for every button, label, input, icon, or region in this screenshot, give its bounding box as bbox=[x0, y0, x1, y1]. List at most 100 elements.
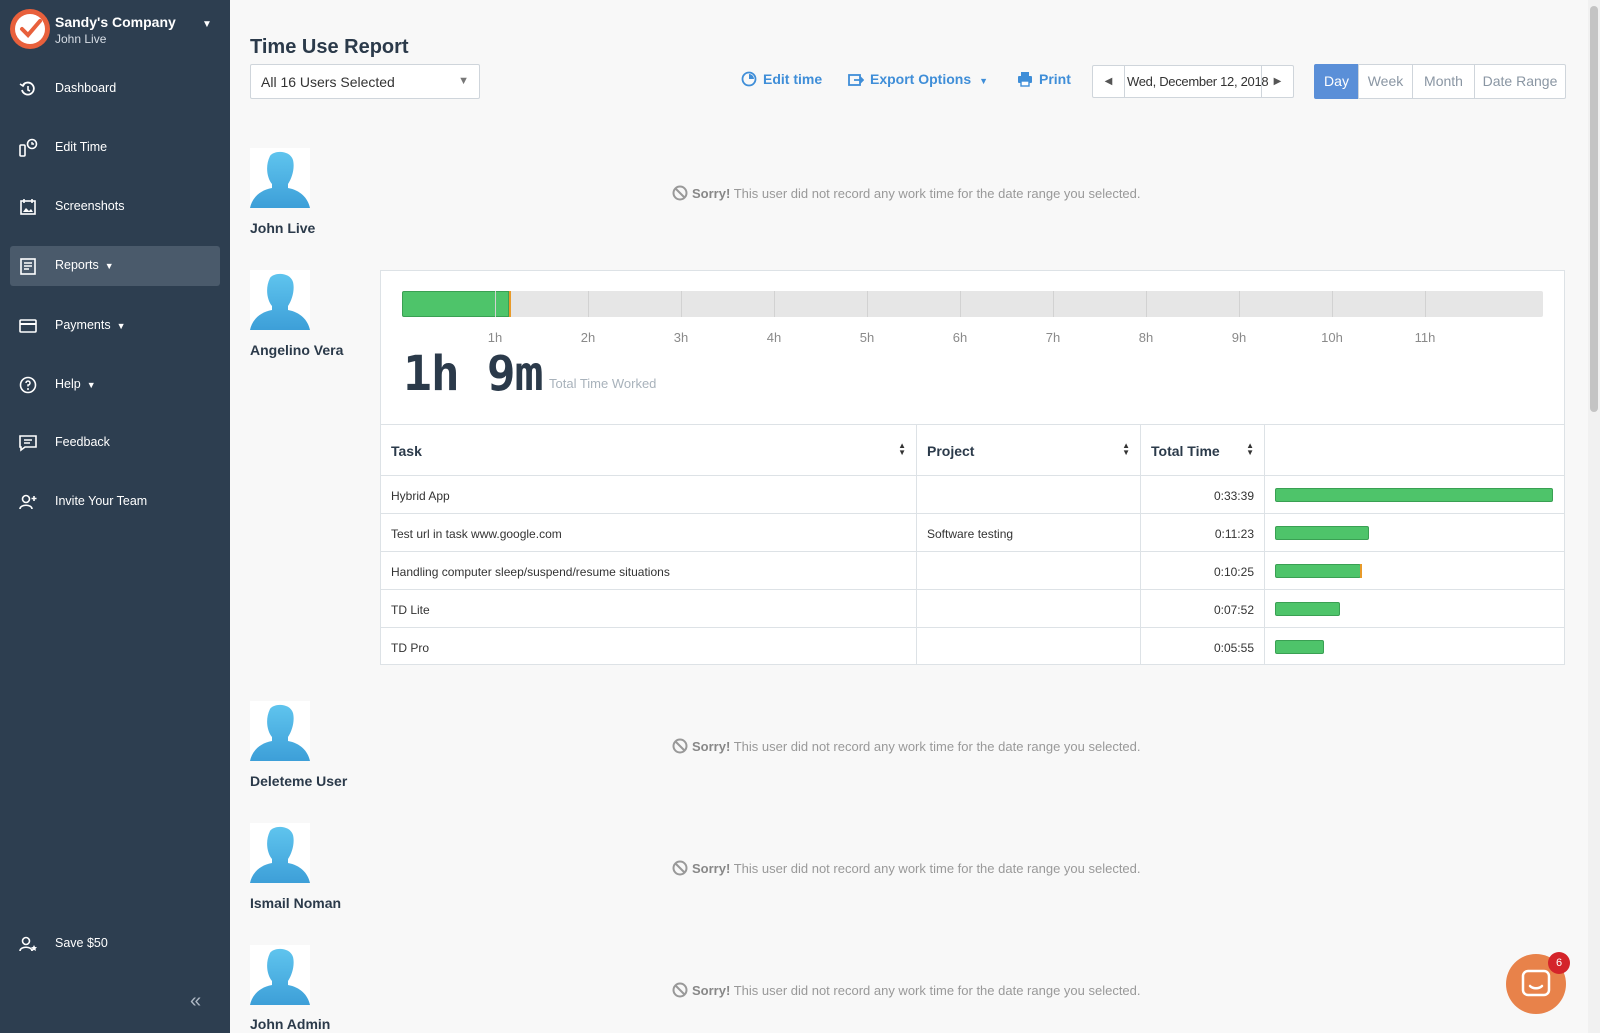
user-name: John Admin bbox=[250, 1016, 331, 1032]
total-minutes: 9m bbox=[486, 346, 544, 402]
help-icon bbox=[19, 376, 37, 394]
user-report-card: 1h 2h 3h 4h 5h 6h 7h 8h 9h 10h 11h 1h 9m Total Tim… bbox=[380, 270, 1565, 665]
page-scrollbar[interactable] bbox=[1588, 0, 1600, 1033]
sidebar-item-payments[interactable]: Payments ▼ bbox=[10, 306, 220, 346]
edit-time-button[interactable]: Edit time bbox=[741, 71, 822, 87]
sidebar-item-payments-label: Payments ▼ bbox=[55, 318, 126, 332]
sidebar-item-label: Invite Your Team bbox=[55, 494, 148, 508]
sidebar-item-invite-your-team[interactable]: Invite Your Team bbox=[10, 482, 220, 522]
sidebar-item-dashboard[interactable]: Dashboard bbox=[10, 69, 220, 109]
total-time-value: 0:05:55 bbox=[1213, 641, 1254, 655]
no-time-text: This user did not record any work time f… bbox=[733, 861, 1141, 876]
screenshots-icon bbox=[20, 199, 36, 215]
task-table: Task ▲ ▼ Project ▲ ▼ Total Time ▲ ▼ Hybrid App… bbox=[381, 424, 1564, 665]
users-select-value: All 16 Users Selected bbox=[261, 74, 395, 90]
user-silhouette-icon bbox=[250, 948, 310, 1005]
task-cell: Test url in task www.google.com bbox=[381, 514, 917, 551]
project-cell bbox=[917, 476, 1141, 513]
project-cell bbox=[917, 628, 1141, 665]
timeline-hour-label: 10h bbox=[1321, 330, 1343, 345]
range-date-range-tab[interactable]: Date Range bbox=[1474, 64, 1566, 99]
collapse-sidebar-icon[interactable]: « bbox=[190, 990, 201, 1013]
export-options-button[interactable]: Export Options ▼ bbox=[848, 71, 988, 87]
sidebar-item-reports[interactable]: Reports ▼ bbox=[10, 246, 220, 286]
company-name: Sandy's Company bbox=[55, 14, 176, 30]
table-header-row: Task ▲ ▼ Project ▲ ▼ Total Time ▲ ▼ bbox=[381, 424, 1564, 475]
task-name: TD Pro bbox=[391, 641, 430, 655]
sidebar-item-screenshots[interactable]: Screenshots bbox=[10, 187, 220, 227]
sidebar-item-feedback[interactable]: Feedback bbox=[10, 423, 220, 463]
sort-icon: ▲ ▼ bbox=[1122, 441, 1130, 457]
scrollbar-thumb[interactable] bbox=[1590, 6, 1598, 412]
chat-icon bbox=[1521, 969, 1551, 997]
user-name: Angelino Vera bbox=[250, 342, 344, 358]
range-week-tab[interactable]: Week bbox=[1358, 64, 1413, 99]
total-time-cell: 0:07:52 bbox=[1141, 590, 1265, 627]
user-silhouette-icon bbox=[250, 151, 310, 208]
timeline-tick bbox=[681, 291, 682, 317]
table-row: Test url in task www.google.com Software … bbox=[381, 513, 1564, 551]
sidebar-item-label: Save $50 bbox=[55, 936, 108, 950]
page-title: Time Use Report bbox=[250, 36, 409, 58]
sort-icon: ▲ ▼ bbox=[1246, 441, 1254, 457]
avatar bbox=[250, 701, 310, 761]
avatar bbox=[250, 148, 310, 208]
users-select[interactable]: All 16 Users Selected ▼ bbox=[250, 64, 480, 99]
column-header-bar bbox=[1265, 425, 1564, 475]
timeline-hour-label: 9h bbox=[1231, 330, 1247, 345]
column-header-total-time[interactable]: Total Time ▲ ▼ bbox=[1141, 425, 1265, 475]
caret-down-icon: ▼ bbox=[104, 261, 114, 271]
timeline-tick bbox=[960, 291, 961, 317]
caret-down-icon: ▼ bbox=[86, 380, 96, 390]
sidebar-item-help[interactable]: Help ▼ bbox=[10, 365, 220, 405]
sidebar-item-edit-time[interactable]: Edit Time bbox=[10, 128, 220, 168]
total-time-cell: 0:05:55 bbox=[1141, 628, 1265, 665]
export-icon bbox=[848, 74, 865, 86]
time-bar bbox=[1275, 564, 1362, 578]
invite-icon bbox=[19, 494, 37, 510]
current-date[interactable]: Wed, December 12, 2018 bbox=[1127, 74, 1269, 89]
sidebar-item-save-50[interactable]: Save $50 bbox=[10, 924, 220, 964]
chat-unread-badge: 6 bbox=[1548, 952, 1570, 974]
user-silhouette-icon bbox=[250, 273, 310, 330]
company-switcher[interactable]: Sandy's Company John Live ▼ bbox=[10, 9, 220, 49]
timeline-tick bbox=[774, 291, 775, 317]
time-bar bbox=[1275, 526, 1369, 540]
project-cell bbox=[917, 590, 1141, 627]
payments-icon bbox=[19, 319, 37, 333]
time-bar-cell bbox=[1265, 476, 1564, 513]
total-time-value: 0:33:39 bbox=[1213, 489, 1254, 503]
current-user-name: John Live bbox=[55, 32, 107, 46]
date-navigator: ◀ Wed, December 12, 2018 ▶ bbox=[1092, 65, 1294, 98]
next-day-button[interactable]: ▶ bbox=[1261, 66, 1293, 97]
timeline-worked-segment[interactable] bbox=[402, 291, 509, 317]
range-day-tab[interactable]: Day bbox=[1314, 64, 1359, 99]
no-time-message: Sorry! This user did not record any work… bbox=[672, 738, 1141, 754]
day-timeline bbox=[402, 291, 1543, 317]
print-button[interactable]: Print bbox=[1017, 71, 1071, 87]
no-time-prefix: Sorry! bbox=[692, 186, 731, 201]
range-month-tab[interactable]: Month bbox=[1412, 64, 1475, 99]
timeline-hour-label: 4h bbox=[766, 330, 782, 345]
user-silhouette-icon bbox=[250, 704, 310, 761]
column-header-task[interactable]: Task ▲ ▼ bbox=[381, 425, 917, 475]
sidebar-item-label: Payments bbox=[55, 318, 111, 332]
no-time-text: This user did not record any work time f… bbox=[733, 983, 1141, 998]
task-cell: TD Pro bbox=[381, 628, 917, 665]
timeline-tick bbox=[867, 291, 868, 317]
ban-icon bbox=[672, 738, 688, 754]
feedback-icon bbox=[19, 435, 37, 452]
task-cell: Handling computer sleep/suspend/resume s… bbox=[381, 552, 917, 589]
timeline-tick bbox=[1239, 291, 1240, 317]
time-bar-cell bbox=[1265, 514, 1564, 551]
column-header-project[interactable]: Project ▲ ▼ bbox=[917, 425, 1141, 475]
total-time-value: 0:11:23 bbox=[1214, 527, 1254, 541]
no-time-prefix: Sorry! bbox=[692, 983, 731, 998]
sidebar-item-label: Help bbox=[55, 377, 81, 391]
no-time-message: Sorry! This user did not record any work… bbox=[672, 860, 1141, 876]
time-bar bbox=[1275, 488, 1553, 502]
avatar bbox=[250, 945, 310, 1005]
previous-day-button[interactable]: ◀ bbox=[1093, 66, 1125, 97]
export-options-label: Export Options bbox=[870, 71, 972, 87]
time-bar-cell bbox=[1265, 590, 1564, 627]
